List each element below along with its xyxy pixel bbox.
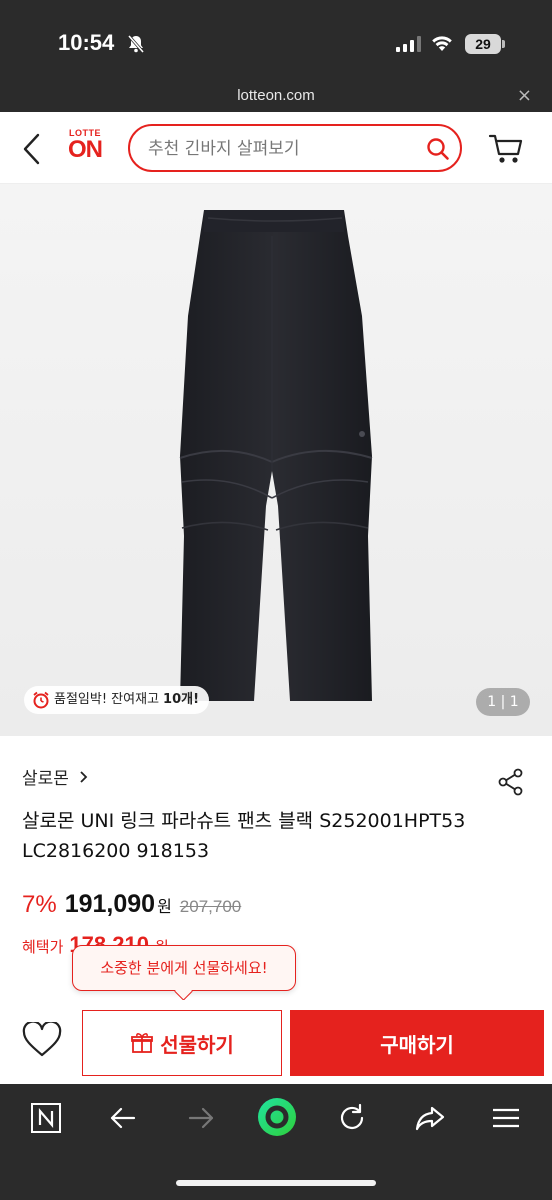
status-time: 10:54: [58, 30, 115, 55]
share-arrow-icon[interactable]: [414, 1102, 446, 1138]
naver-n-icon[interactable]: [30, 1102, 62, 1138]
search-box[interactable]: [128, 124, 462, 172]
site-header: LOTTE ON: [0, 112, 552, 184]
menu-icon[interactable]: [490, 1102, 522, 1138]
product-title: 살로몬 UNI 링크 파라슈트 팬츠 블랙 S252001HPT53 LC281…: [22, 810, 466, 862]
stock-alert-text: 품절임박! 잔여재고: [54, 692, 160, 707]
url-text[interactable]: lotteon.com: [0, 87, 552, 104]
back-button[interactable]: [20, 132, 44, 170]
bell-muted-icon: [126, 34, 146, 58]
status-bar: 10:54 29: [0, 0, 552, 84]
home-indicator[interactable]: [176, 1180, 376, 1186]
forward-arrow-icon[interactable]: [186, 1102, 216, 1138]
image-counter: 1 | 1: [476, 688, 530, 716]
gift-icon: [131, 1033, 154, 1053]
gift-tooltip: 소중한 분에게 선물하세요!: [72, 945, 296, 991]
wifi-icon: [430, 33, 454, 57]
cellular-signal-icon: [396, 36, 422, 56]
chevron-right-icon: [80, 770, 88, 783]
cart-icon[interactable]: [488, 132, 524, 166]
battery-tip: [502, 40, 505, 48]
battery-indicator: 29: [465, 34, 501, 54]
search-input[interactable]: [148, 136, 408, 162]
brand-link[interactable]: 살로몬: [22, 764, 89, 789]
stock-alert-badge: 품절임박! 잔여재고 10개!: [24, 686, 210, 714]
stock-alert-count: 10개!: [163, 692, 200, 707]
page: 10:54 29 lotteon.com × LOTTE ON 추천 긴바지 살…: [0, 0, 552, 1200]
share-icon[interactable]: [498, 768, 524, 796]
discount-rate: 7%: [22, 891, 57, 918]
buy-button[interactable]: 구매하기: [290, 1010, 544, 1076]
purchase-action-bar: 선물하기 구매하기: [0, 1000, 552, 1084]
price-row: 7% 191,090 원 207,700: [22, 890, 241, 922]
alarm-clock-icon: [33, 691, 49, 709]
green-circle-icon[interactable]: [256, 1096, 298, 1142]
heart-icon[interactable]: [22, 1020, 62, 1058]
lotteon-logo[interactable]: LOTTE ON: [62, 128, 108, 162]
logo-main-text: ON: [68, 136, 103, 163]
product-image-gallery[interactable]: 품절임박! 잔여재고 10개! 1 | 1: [0, 184, 552, 736]
sale-price: 191,090: [64, 890, 156, 918]
close-icon[interactable]: ×: [517, 85, 532, 106]
search-icon[interactable]: [426, 137, 450, 165]
brand-name[interactable]: 살로몬: [22, 764, 69, 789]
wishlist-button[interactable]: [22, 1020, 62, 1062]
back-arrow-icon[interactable]: [108, 1102, 138, 1138]
original-price: 207,700: [179, 897, 242, 916]
url-bar[interactable]: lotteon.com ×: [0, 84, 552, 112]
chevron-left-icon[interactable]: [20, 132, 44, 166]
gift-button-label[interactable]: 선물하기: [160, 1029, 234, 1058]
share-button[interactable]: [498, 768, 524, 800]
benefit-label: 혜택가: [22, 938, 64, 956]
gift-button[interactable]: 선물하기: [82, 1010, 282, 1076]
cart-button[interactable]: [488, 132, 524, 170]
reload-icon[interactable]: [336, 1102, 368, 1138]
product-pants-image[interactable]: [168, 206, 382, 706]
currency-unit: 원: [157, 897, 172, 916]
